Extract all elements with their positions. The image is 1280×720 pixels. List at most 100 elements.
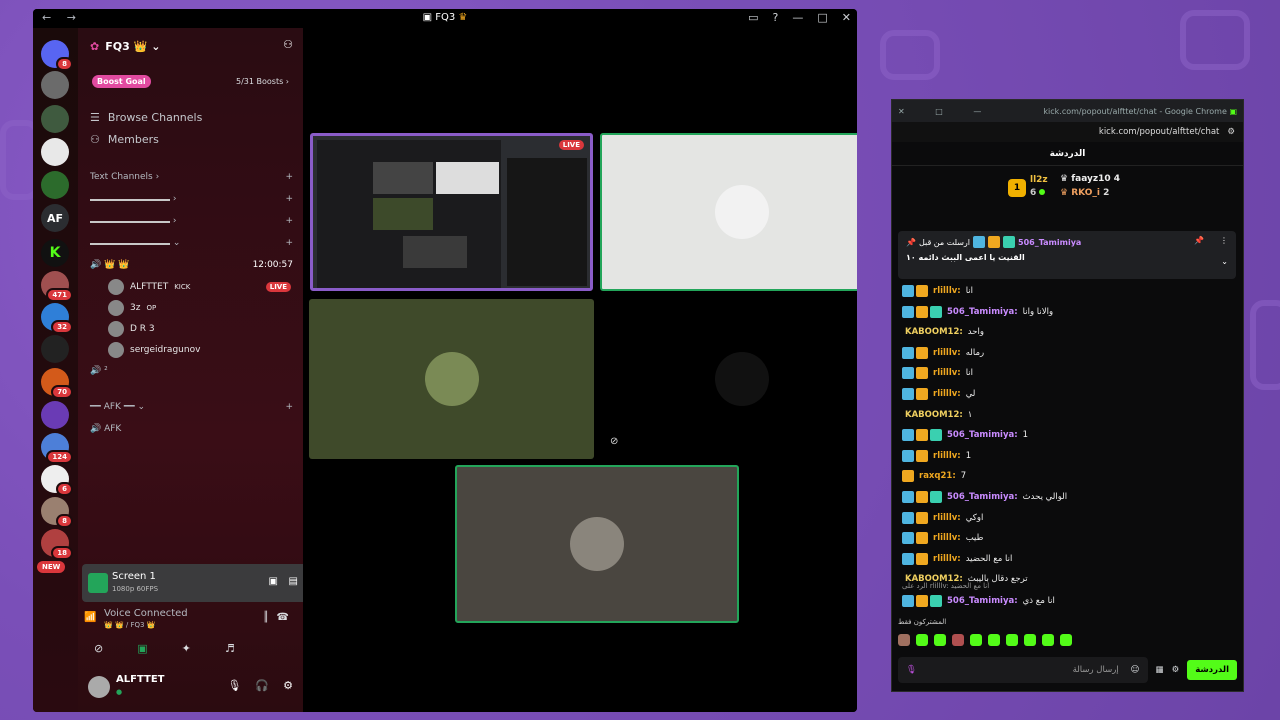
emote-icon[interactable] xyxy=(988,634,1000,646)
stop-stream-icon[interactable]: ▣ xyxy=(269,576,278,587)
chat-message[interactable]: KABOOM12: واحد xyxy=(902,323,984,341)
voice-channel[interactable]: 🔊 👑 👑 12:00:57 xyxy=(78,254,303,276)
fq3-server[interactable] xyxy=(41,138,69,166)
more-icon[interactable]: ⋮ xyxy=(1220,236,1228,245)
chat-message[interactable]: 506_Tamimiya: والانا وانا xyxy=(902,303,1053,321)
add-channel-icon[interactable]: + xyxy=(285,216,293,226)
voice-user[interactable]: D R 3 xyxy=(78,318,303,339)
voice-user[interactable]: sergeidragunov xyxy=(78,339,303,360)
pinned-message[interactable]: 📌 ارسلت من قبل 506_Tamimiya القنيت يا اع… xyxy=(898,231,1236,279)
video-tile-user3[interactable] xyxy=(309,299,594,459)
add-channel-icon[interactable]: + xyxy=(285,238,293,248)
chat-username[interactable]: rlilllv: xyxy=(933,286,961,296)
emote-icon[interactable] xyxy=(1042,634,1054,646)
chat-username[interactable]: raxq21: xyxy=(919,471,956,481)
chat-username[interactable]: 506_Tamimiya: xyxy=(947,307,1018,317)
voice-channel-2[interactable]: 🔊 ² xyxy=(78,360,303,382)
gear-icon[interactable]: ⚙ xyxy=(283,679,293,692)
stream-settings-icon[interactable]: ▤ xyxy=(289,576,298,587)
category-redacted[interactable]: › + xyxy=(78,188,303,210)
emote-icon[interactable] xyxy=(934,634,946,646)
chess-server[interactable] xyxy=(41,335,69,363)
add-channel-icon[interactable]: + xyxy=(285,172,293,182)
video-tile-user4[interactable]: ⊘ xyxy=(600,299,857,459)
chat-username[interactable]: rlilllv: xyxy=(933,513,961,523)
kaji-server[interactable]: 18 xyxy=(41,529,73,560)
disconnect-icon[interactable]: ☎ xyxy=(277,612,289,623)
purple-server[interactable] xyxy=(41,401,69,429)
emote-icon[interactable] xyxy=(1024,634,1036,646)
tr-server[interactable]: 6 xyxy=(41,465,73,496)
noise-suppression-icon[interactable]: ║ xyxy=(263,612,269,623)
chat-username[interactable]: rlilllv: xyxy=(933,451,961,461)
camera-off-icon[interactable]: ⊘ xyxy=(94,642,103,655)
address-bar[interactable]: kick.com/popout/alfttet/chat ⚙ xyxy=(892,122,1243,142)
emote-icon[interactable] xyxy=(970,634,982,646)
photo-server-2[interactable]: 8 xyxy=(41,497,73,528)
chat-message[interactable]: rlilllv: انا مع الحضيد xyxy=(902,550,1012,568)
chat-message[interactable]: rlilllv: انا xyxy=(902,282,973,300)
wolf-server[interactable] xyxy=(41,71,69,99)
mic-icon[interactable]: 🎙 xyxy=(906,665,917,675)
game-server[interactable]: 124 xyxy=(41,433,73,464)
minimize-button[interactable]: — xyxy=(792,11,803,24)
soundboard-icon[interactable]: ♬ xyxy=(225,642,235,655)
settings-icon[interactable]: ⚙ xyxy=(1172,665,1180,675)
emote-icon[interactable] xyxy=(916,634,928,646)
chevron-down-icon[interactable]: ⌄ xyxy=(1221,257,1228,266)
tune-icon[interactable]: ⚙ xyxy=(1227,127,1235,137)
basketball-server[interactable]: 70 xyxy=(41,368,73,399)
tree-server[interactable] xyxy=(41,105,69,133)
chat-username[interactable]: rlilllv: xyxy=(933,348,961,358)
chat-message[interactable]: rlilllv: 1 xyxy=(902,447,971,465)
chat-message[interactable]: 506_Tamimiya: انا مع ذي xyxy=(902,592,1055,610)
chat-message[interactable]: 506_Tamimiya: الوالي يحدث xyxy=(902,488,1067,506)
maximize-button[interactable]: □ xyxy=(817,11,827,24)
chat-username[interactable]: 506_Tamimiya: xyxy=(947,430,1018,440)
activity-icon[interactable]: ✦ xyxy=(182,642,191,655)
voice-user[interactable]: ALFTTET KICK LIVE xyxy=(78,276,303,297)
mic-icon[interactable]: 🎙 xyxy=(227,679,241,692)
chat-message[interactable]: KABOOM12: ١ xyxy=(902,406,972,424)
avatar[interactable] xyxy=(88,676,110,698)
add-channel-icon[interactable]: + xyxy=(285,194,293,204)
emoji-icon[interactable]: ☺ xyxy=(1131,665,1140,675)
category-text-channels[interactable]: Text Channels › + xyxy=(78,166,303,188)
emote-icon[interactable] xyxy=(1060,634,1072,646)
browse-channels[interactable]: ☰ Browse Channels xyxy=(78,106,303,128)
chat-message[interactable]: rlilllv: لي xyxy=(902,385,975,403)
chat-username[interactable]: rlilllv: xyxy=(933,554,961,564)
discord-home[interactable]: 8 xyxy=(41,40,73,71)
help-icon[interactable]: ? xyxy=(773,11,779,24)
boost-goal[interactable]: Boost Goal 5/31 Boosts › xyxy=(86,70,295,92)
screen-share-icon[interactable]: ▣ xyxy=(137,642,147,655)
chat-username[interactable]: 506_Tamimiya: xyxy=(947,596,1018,606)
category-redacted[interactable]: ⌄ + xyxy=(78,232,303,254)
close-button[interactable]: ✕ xyxy=(842,11,851,24)
afk-channel[interactable]: 🔊 AFK xyxy=(78,418,303,440)
chat-message[interactable]: rlilllv: اوكي xyxy=(902,509,983,527)
photo-server-1[interactable]: 471 xyxy=(41,271,73,302)
chat-message[interactable]: 506_Tamimiya: 1 xyxy=(902,426,1028,444)
inbox-icon[interactable]: ▭ xyxy=(748,11,758,24)
emote-icon[interactable] xyxy=(1006,634,1018,646)
video-tile-user2[interactable] xyxy=(600,133,857,291)
screen-share-panel[interactable]: Screen 1 1080p 60FPS ▣ ▤ xyxy=(82,564,308,602)
twitch-server[interactable]: 32 xyxy=(41,303,73,334)
add-channel-icon[interactable]: + xyxy=(285,402,293,412)
headphones-icon[interactable]: 🎧 xyxy=(255,679,269,692)
chat-username[interactable]: rlilllv: xyxy=(933,533,961,543)
unpin-icon[interactable]: 📌 xyxy=(1194,236,1204,245)
chat-message[interactable]: rlilllv: طيب xyxy=(902,529,983,547)
chat-message[interactable]: rlilllv: رماله xyxy=(902,344,984,362)
invite-icon[interactable]: ⚇ xyxy=(283,38,293,51)
chat-username[interactable]: 506_Tamimiya: xyxy=(947,492,1018,502)
server-header[interactable]: ✿ FQ3 👑 ⌄ ⚇ xyxy=(78,28,303,64)
chat-message[interactable]: rlilllv: انا xyxy=(902,364,973,382)
send-button[interactable]: الدردشة xyxy=(1187,660,1237,680)
chat-username[interactable]: rlilllv: xyxy=(933,368,961,378)
video-tile-user5[interactable] xyxy=(455,465,739,623)
category-afk[interactable]: ━━ AFK ━━ ⌄ + xyxy=(78,396,303,418)
category-redacted[interactable]: › + xyxy=(78,210,303,232)
voice-user[interactable]: 3z OP xyxy=(78,297,303,318)
